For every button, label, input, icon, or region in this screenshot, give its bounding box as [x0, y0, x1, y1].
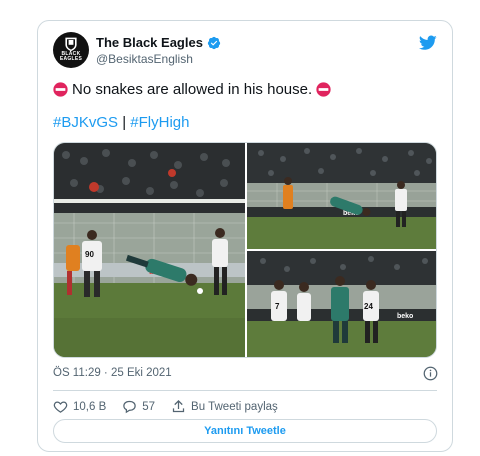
jersey-number-24: 24	[364, 302, 373, 311]
tweet-reply-button[interactable]: Yanıtını Tweetle	[53, 419, 437, 443]
heart-icon	[53, 401, 68, 413]
photo-goalkeeper-save[interactable]: beko	[247, 143, 436, 249]
name-row: The Black Eagles	[96, 35, 221, 50]
avatar[interactable]: BLACK EAGLES	[53, 32, 89, 68]
account-handle[interactable]: @BesiktasEnglish	[96, 52, 193, 66]
jersey-number-7: 7	[275, 302, 280, 311]
hashtag-separator: |	[122, 114, 127, 131]
hashtag-flyhigh[interactable]: #FlyHigh	[130, 114, 189, 131]
verified-badge-icon	[207, 36, 221, 49]
no-entry-icon	[53, 82, 68, 97]
action-bar: 10,6 B 57 Bu Tweeti paylaş	[53, 399, 294, 414]
svg-text:beko: beko	[397, 313, 413, 320]
share-icon	[172, 399, 185, 413]
reply-count: 57	[142, 400, 156, 413]
hashtags: #BJKvGS | #FlyHigh	[53, 114, 189, 131]
tweet-text: No snakes are allowed in his house.	[53, 81, 331, 98]
photo-players-celebrating[interactable]: beko 7 24	[247, 251, 436, 357]
crest-icon	[65, 37, 77, 52]
no-entry-icon	[316, 82, 331, 97]
reply-icon	[123, 400, 137, 414]
tweet-card: BLACK EAGLES The Black Eagles @BesiktasE…	[37, 20, 453, 452]
hashtag-bjkvgs[interactable]: #BJKvGS	[53, 114, 118, 131]
reply-action-button[interactable]: 57	[122, 399, 155, 414]
like-button[interactable]: 10,6 B	[53, 399, 106, 414]
share-label: Bu Tweeti paylaş	[191, 400, 278, 413]
tweet-timestamp[interactable]: ÖS 11:29 · 25 Eki 2021	[53, 367, 172, 379]
avatar-logo-text: BLACK EAGLES	[59, 51, 83, 62]
media-grid: beko 90	[53, 142, 437, 358]
display-name[interactable]: The Black Eagles	[96, 35, 203, 50]
photo-goalkeeper-dive[interactable]: beko 90	[54, 143, 245, 357]
info-icon[interactable]	[423, 366, 438, 381]
tweet-body: No snakes are allowed in his house.	[72, 81, 313, 98]
twitter-bird-icon[interactable]	[419, 35, 437, 51]
jersey-number-90: 90	[85, 250, 94, 259]
share-button[interactable]: Bu Tweeti paylaş	[171, 399, 278, 414]
divider	[53, 390, 437, 391]
like-count: 10,6 B	[73, 400, 107, 413]
